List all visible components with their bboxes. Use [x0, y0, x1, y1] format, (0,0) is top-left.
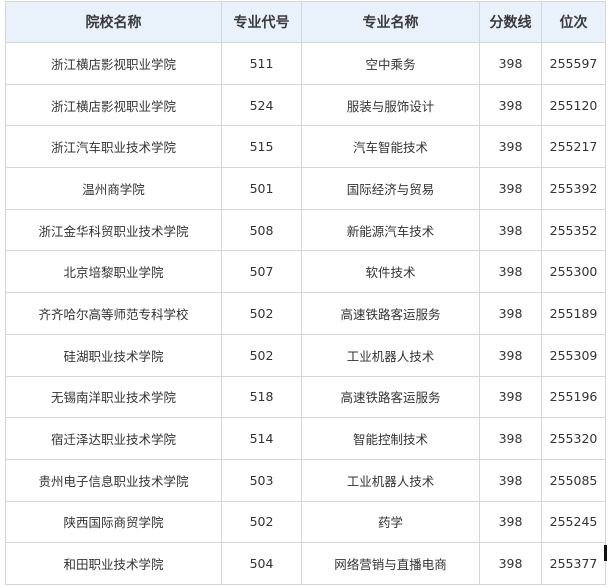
cell-major-name: 药学 — [301, 500, 480, 544]
cell-school-name: 浙江汽车职业技术学院 — [5, 125, 222, 169]
cell-rank: 255120 — [541, 83, 606, 127]
cell-rank: 255597 — [541, 42, 606, 85]
cell-rank: 255085 — [541, 458, 606, 502]
cell-score-line: 398 — [479, 167, 542, 210]
cell-school-name: 浙江横店影视职业学院 — [5, 83, 222, 127]
table-header: 院校名称 专业代号 专业名称 分数线 位次 — [5, 1, 606, 43]
cell-major-name: 智能控制技术 — [301, 417, 480, 460]
cell-major-code: 518 — [221, 375, 302, 419]
admissions-table: 院校名称 专业代号 专业名称 分数线 位次 浙江横店影视职业学院 511 空中乘务 3… — [5, 1, 606, 585]
cell-major-code: 502 — [221, 292, 302, 335]
header-row: 院校名称 专业代号 专业名称 分数线 位次 — [5, 1, 606, 43]
cell-major-code: 502 — [221, 500, 302, 544]
table-row: 陕西国际商贸学院 502 药学 398 255245 — [5, 500, 606, 544]
cell-rank: 255377 — [541, 542, 606, 585]
cell-major-name: 空中乘务 — [301, 42, 480, 85]
cell-major-name: 服装与服饰设计 — [301, 83, 480, 127]
cell-school-name: 贵州电子信息职业技术学院 — [5, 458, 222, 502]
cell-major-code: 501 — [221, 167, 302, 210]
cell-school-name: 齐齐哈尔高等师范专科学校 — [5, 292, 222, 335]
table-row: 浙江汽车职业技术学院 515 汽车智能技术 398 255217 — [5, 125, 606, 169]
header-school-name: 院校名称 — [5, 1, 222, 43]
cell-score-line: 398 — [479, 42, 542, 85]
table-row: 北京培黎职业学院 507 软件技术 398 255300 — [5, 250, 606, 294]
table-row: 宿迁泽达职业技术学院 514 智能控制技术 398 255320 — [5, 417, 606, 460]
table-row: 浙江横店影视职业学院 524 服装与服饰设计 398 255120 — [5, 83, 606, 127]
table-row: 无锡南洋职业技术学院 518 高速铁路客运服务 398 255196 — [5, 375, 606, 419]
cell-major-name: 新能源汽车技术 — [301, 208, 480, 252]
table-body: 浙江横店影视职业学院 511 空中乘务 398 255597 浙江横店影视职业学院 524 服… — [5, 42, 606, 585]
cell-major-code: 515 — [221, 125, 302, 169]
cell-rank: 255352 — [541, 208, 606, 252]
table-row: 硅湖职业技术学院 502 工业机器人技术 398 255309 — [5, 333, 606, 377]
cell-school-name: 无锡南洋职业技术学院 — [5, 375, 222, 419]
cell-rank: 255300 — [541, 250, 606, 294]
cell-major-code: 507 — [221, 250, 302, 294]
cell-score-line: 398 — [479, 250, 542, 294]
cell-score-line: 398 — [479, 83, 542, 127]
cell-score-line: 398 — [479, 458, 542, 502]
cell-major-code: 508 — [221, 208, 302, 252]
cell-major-code: 504 — [221, 542, 302, 585]
cell-school-name: 北京培黎职业学院 — [5, 250, 222, 294]
table-row: 浙江金华科贸职业技术学院 508 新能源汽车技术 398 255352 — [5, 208, 606, 252]
cell-score-line: 398 — [479, 500, 542, 544]
cell-major-name: 软件技术 — [301, 250, 480, 294]
cell-major-name: 高速铁路客运服务 — [301, 292, 480, 335]
cell-score-line: 398 — [479, 333, 542, 377]
header-major-name: 专业名称 — [301, 1, 480, 43]
cell-score-line: 398 — [479, 208, 542, 252]
cell-score-line: 398 — [479, 125, 542, 169]
cell-major-code: 502 — [221, 333, 302, 377]
cell-rank: 255217 — [541, 125, 606, 169]
header-rank: 位次 — [541, 1, 606, 43]
cell-rank: 255309 — [541, 333, 606, 377]
cell-rank: 255392 — [541, 167, 606, 210]
cell-score-line: 398 — [479, 292, 542, 335]
table-row: 浙江横店影视职业学院 511 空中乘务 398 255597 — [5, 42, 606, 85]
header-score-line: 分数线 — [479, 1, 542, 43]
cell-school-name: 陕西国际商贸学院 — [5, 500, 222, 544]
cell-major-name: 高速铁路客运服务 — [301, 375, 480, 419]
table-row: 温州商学院 501 国际经济与贸易 398 255392 — [5, 167, 606, 210]
cell-school-name: 宿迁泽达职业技术学院 — [5, 417, 222, 460]
cell-rank: 255196 — [541, 375, 606, 419]
cell-major-name: 国际经济与贸易 — [301, 167, 480, 210]
table-row: 齐齐哈尔高等师范专科学校 502 高速铁路客运服务 398 255189 — [5, 292, 606, 335]
cell-school-name: 浙江金华科贸职业技术学院 — [5, 208, 222, 252]
cell-major-code: 511 — [221, 42, 302, 85]
cell-rank: 255320 — [541, 417, 606, 460]
cell-major-name: 工业机器人技术 — [301, 333, 480, 377]
cell-school-name: 和田职业技术学院 — [5, 542, 222, 585]
table-row: 和田职业技术学院 504 网络营销与直播电商 398 255377 — [5, 542, 606, 585]
cell-major-code: 514 — [221, 417, 302, 460]
edge-marker — [604, 545, 607, 561]
cell-score-line: 398 — [479, 375, 542, 419]
table-row: 贵州电子信息职业技术学院 503 工业机器人技术 398 255085 — [5, 458, 606, 502]
cell-major-name: 工业机器人技术 — [301, 458, 480, 502]
cell-school-name: 硅湖职业技术学院 — [5, 333, 222, 377]
header-major-code: 专业代号 — [221, 1, 302, 43]
cell-school-name: 浙江横店影视职业学院 — [5, 42, 222, 85]
cell-major-name: 汽车智能技术 — [301, 125, 480, 169]
cell-rank: 255189 — [541, 292, 606, 335]
cell-score-line: 398 — [479, 417, 542, 460]
cell-school-name: 温州商学院 — [5, 167, 222, 210]
cell-major-name: 网络营销与直播电商 — [301, 542, 480, 585]
cell-major-code: 524 — [221, 83, 302, 127]
cell-major-code: 503 — [221, 458, 302, 502]
cell-score-line: 398 — [479, 542, 542, 585]
cell-rank: 255245 — [541, 500, 606, 544]
